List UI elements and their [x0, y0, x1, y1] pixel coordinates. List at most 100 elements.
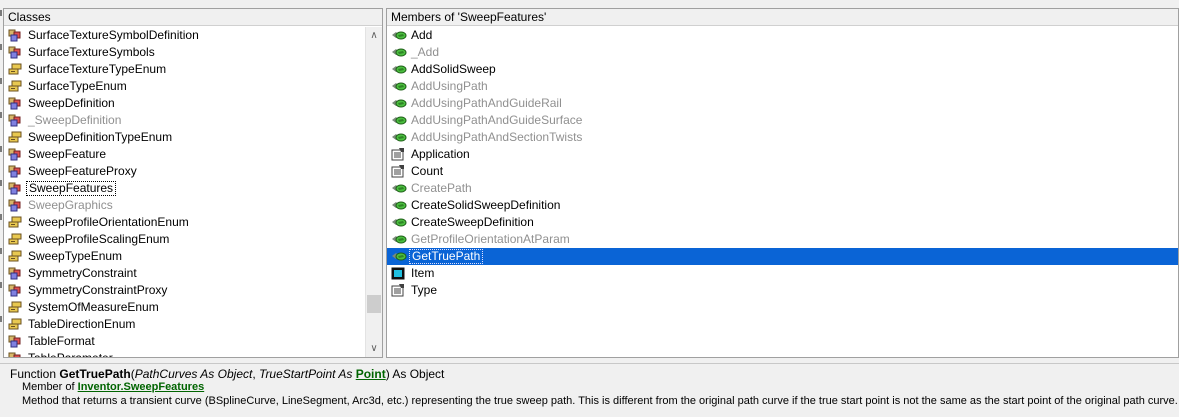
class-link[interactable]: SweepFeatures [124, 381, 205, 393]
member-row[interactable]: AddUsingPathAndGuideRail [387, 95, 1178, 112]
member-label: GetTruePath [409, 249, 484, 264]
class-label: SweepFeatures [26, 181, 117, 196]
method-icon [391, 114, 407, 127]
member-row[interactable]: Add [387, 27, 1178, 44]
member-row[interactable]: CreateSolidSweepDefinition [387, 197, 1178, 214]
class-row[interactable]: SweepGraphics [4, 197, 365, 214]
member-row[interactable]: Application [387, 146, 1178, 163]
class-icon [8, 335, 22, 348]
class-row[interactable]: SweepDefinition [4, 95, 365, 112]
class-row[interactable]: SymmetryConstraintProxy [4, 282, 365, 299]
member-label: GetProfileOrientationAtParam [411, 232, 570, 246]
class-row[interactable]: SweepProfileScalingEnum [4, 231, 365, 248]
member-label: Type [411, 283, 438, 297]
member-label: AddUsingPathAndGuideRail [411, 96, 562, 110]
class-label: SweepFeatureProxy [28, 164, 137, 178]
scroll-up-button[interactable]: ∧ [366, 27, 382, 44]
scroll-thumb[interactable] [367, 295, 381, 313]
member-description: Method that returns a transient curve (B… [22, 395, 1178, 407]
class-label: SurfaceTextureTypeEnum [28, 62, 167, 76]
class-label: SweepFeature [28, 147, 107, 161]
method-icon [391, 46, 407, 59]
method-icon [391, 131, 407, 144]
class-row[interactable]: SweepFeatureProxy [4, 163, 365, 180]
class-row[interactable]: SweepProfileOrientationEnum [4, 214, 365, 231]
member-of-prefix: Member of [22, 381, 78, 393]
class-icon [8, 97, 22, 110]
member-row[interactable]: CreateSweepDefinition [387, 214, 1178, 231]
class-icon [8, 165, 22, 178]
member-label: AddUsingPath [411, 79, 488, 93]
class-row[interactable]: TableDirectionEnum [4, 316, 365, 333]
class-label: SurfaceTextureSymbolDefinition [28, 28, 199, 42]
member-row[interactable]: Count [387, 163, 1178, 180]
member-row[interactable]: AddSolidSweep [387, 61, 1178, 78]
enum-icon [8, 80, 22, 93]
class-row[interactable]: SurfaceTextureSymbols [4, 44, 365, 61]
class-icon [8, 29, 22, 42]
details-pane: Function GetTruePath(PathCurves As Objec… [0, 363, 1179, 417]
property-icon [391, 165, 405, 178]
class-icon [8, 182, 22, 195]
member-row[interactable]: GetTruePath [387, 248, 1178, 265]
point-type-link[interactable]: Point [356, 367, 386, 381]
enum-icon [8, 216, 22, 229]
members-header: Members of 'SweepFeatures' [387, 9, 1178, 26]
property-icon [391, 148, 405, 161]
classes-list[interactable]: SurfaceTextureSymbolDefinition SurfaceTex… [4, 27, 365, 357]
method-icon [391, 199, 407, 212]
member-label: Application [411, 147, 470, 161]
class-row[interactable]: SweepFeature [4, 146, 365, 163]
method-icon [391, 182, 407, 195]
sig-close: ) As Object [385, 367, 445, 381]
enum-icon [8, 318, 22, 331]
library-link[interactable]: Inventor [78, 381, 121, 393]
class-label: SymmetryConstraint [28, 266, 137, 280]
member-row[interactable]: CreatePath [387, 180, 1178, 197]
sig-sep: , [252, 367, 259, 381]
member-row[interactable]: AddUsingPathAndGuideSurface [387, 112, 1178, 129]
class-row[interactable]: _SweepDefinition [4, 112, 365, 129]
class-row[interactable]: SweepFeatures [4, 180, 365, 197]
members-list[interactable]: Add _Add AddSolidSweep AddUsingPath AddUsing… [387, 27, 1178, 357]
member-label: Add [411, 28, 433, 42]
class-row[interactable]: SymmetryConstraint [4, 265, 365, 282]
class-row[interactable]: SurfaceTextureSymbolDefinition [4, 27, 365, 44]
class-row[interactable]: SweepTypeEnum [4, 248, 365, 265]
member-label: Count [411, 164, 444, 178]
classes-scrollbar[interactable]: ∧ ∨ [365, 27, 382, 357]
class-label: SweepProfileScalingEnum [28, 232, 170, 246]
class-icon [8, 267, 22, 280]
class-row[interactable]: TableParameter [4, 350, 365, 358]
class-row[interactable]: SurfaceTextureTypeEnum [4, 61, 365, 78]
class-icon [8, 46, 22, 59]
class-row[interactable]: TableFormat [4, 333, 365, 350]
class-label: _SweepDefinition [28, 113, 122, 127]
member-row[interactable]: AddUsingPath [387, 78, 1178, 95]
member-row[interactable]: Item [387, 265, 1178, 282]
scroll-down-button[interactable]: ∨ [366, 340, 382, 357]
enum-icon [8, 131, 22, 144]
member-row[interactable]: AddUsingPathAndSectionTwists [387, 129, 1178, 146]
class-icon [8, 284, 22, 297]
member-label: _Add [411, 45, 440, 59]
method-icon [391, 29, 407, 42]
enum-icon [8, 233, 22, 246]
classes-header: Classes [4, 9, 382, 26]
member-signature: Function GetTruePath(PathCurves As Objec… [10, 367, 444, 381]
class-label: SurfaceTextureSymbols [28, 45, 155, 59]
member-row[interactable]: Type [387, 282, 1178, 299]
method-icon [391, 80, 407, 93]
member-label: AddUsingPathAndSectionTwists [411, 130, 583, 144]
class-label: TableParameter [28, 351, 113, 358]
method-icon [391, 250, 407, 263]
sig-function-name: GetTruePath [59, 367, 131, 381]
class-label: SystemOfMeasureEnum [28, 300, 159, 314]
member-row[interactable]: GetProfileOrientationAtParam [387, 231, 1178, 248]
method-icon [391, 233, 407, 246]
class-row[interactable]: SystemOfMeasureEnum [4, 299, 365, 316]
member-row[interactable]: _Add [387, 44, 1178, 61]
class-row[interactable]: SurfaceTypeEnum [4, 78, 365, 95]
class-row[interactable]: SweepDefinitionTypeEnum [4, 129, 365, 146]
member-label: Item [411, 266, 435, 280]
